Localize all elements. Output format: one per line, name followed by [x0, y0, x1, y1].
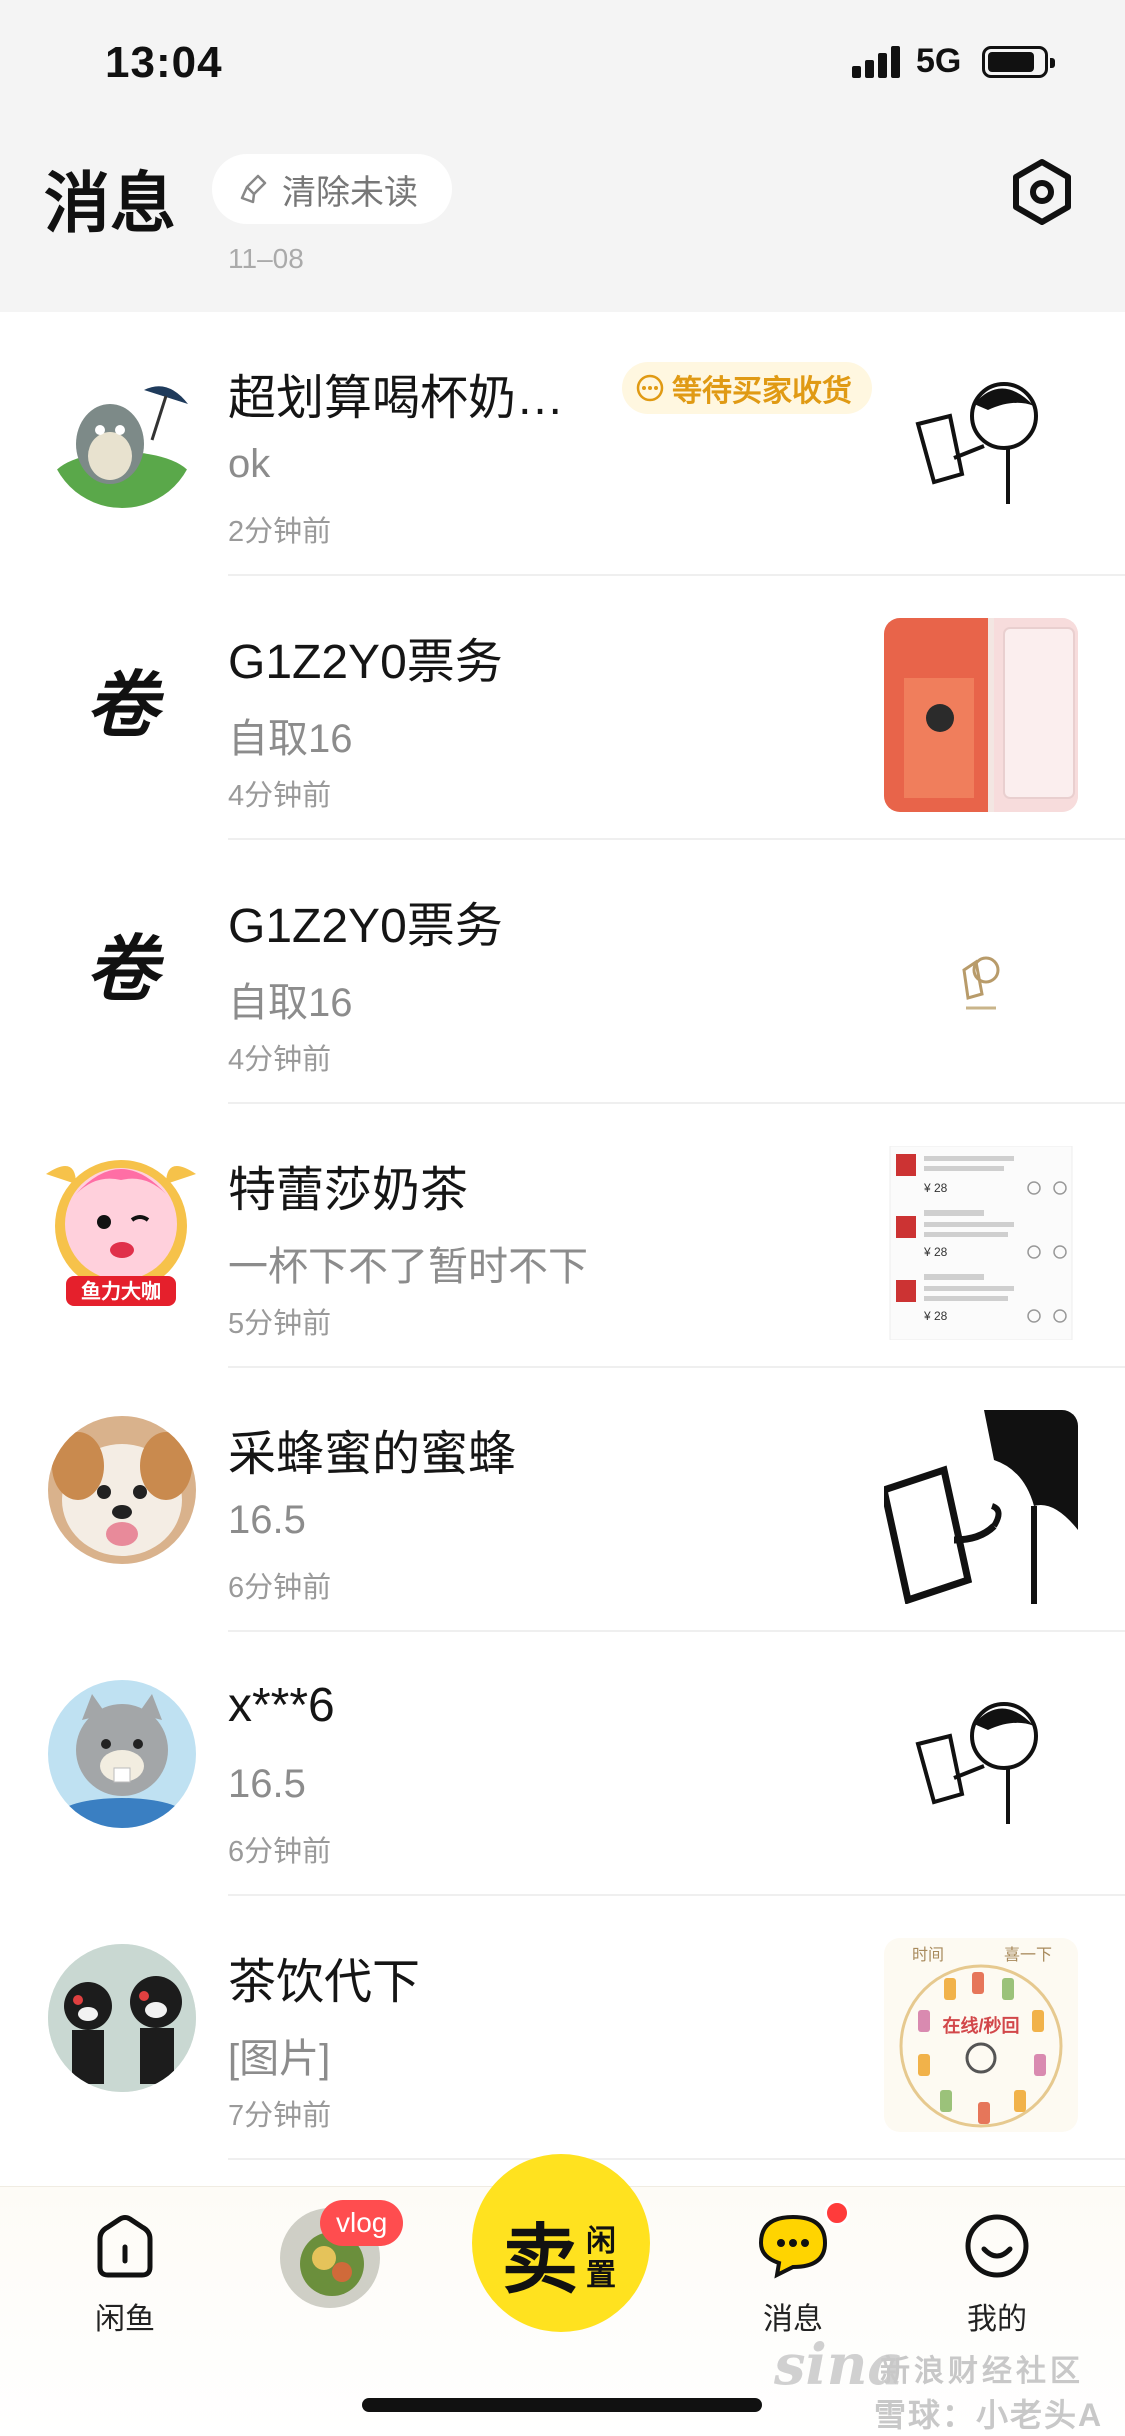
thumb-price: ¥ 28	[923, 1181, 948, 1195]
sell-button[interactable]: 卖 闲 置	[472, 2154, 650, 2332]
message-row[interactable]: 鱼力大咖 特蕾莎奶茶 一杯下不了暂时不下 5分钟前 ¥ 28 ¥ 28 ¥ 28	[0, 1104, 1125, 1368]
watermark-text: 新浪财经社区	[880, 2355, 1084, 2388]
sell-big-label: 卖	[502, 2215, 578, 2304]
item-thumbnail	[884, 618, 1078, 812]
battery-icon	[982, 46, 1055, 78]
avatar: 卷	[48, 624, 196, 772]
broom-icon	[240, 174, 267, 204]
home-indicator[interactable]	[362, 2398, 762, 2412]
page-title: 消息	[44, 166, 176, 240]
avatar	[48, 360, 196, 508]
network-type: 5G	[916, 42, 962, 80]
item-thumbnail: ¥ 28 ¥ 28 ¥ 28	[884, 1146, 1078, 1340]
status-badge-label: 等待买家收货	[672, 375, 852, 408]
sell-small-label: 置	[586, 2259, 616, 2292]
more-dots-icon	[636, 374, 664, 402]
avatar: 卷	[48, 888, 196, 1036]
message-preview: [图片]	[228, 2037, 331, 2081]
message-row[interactable]: 茶饮代下 [图片] 7分钟前 时间 喜一下 在线/秒回	[0, 1896, 1125, 2160]
message-list: 超划算喝杯奶… 等待买家收货 ok 2分钟前 卷 G1Z2Y0票务 自取16 4…	[0, 312, 1125, 2160]
message-preview: 自取16	[228, 981, 353, 1025]
message-time: 6分钟前	[228, 1836, 332, 1868]
message-preview: 16.5	[228, 1762, 306, 1806]
item-thumbnail	[884, 1674, 1078, 1868]
notification-dot	[824, 2200, 850, 2226]
message-preview: ok	[228, 442, 271, 486]
top-header: 13:04 5G 消息 清除未读 11–08	[0, 0, 1125, 312]
avatar: 鱼力大咖	[36, 1144, 206, 1314]
message-time: 7分钟前	[228, 2100, 332, 2132]
avatar-ribbon-text: 鱼力大咖	[81, 1279, 161, 1303]
item-thumbnail	[884, 1410, 1078, 1604]
contact-name: 采蜂蜜的蜜蜂	[228, 1428, 517, 1481]
message-time: 4分钟前	[228, 1044, 332, 1076]
message-time: 5分钟前	[228, 1308, 332, 1340]
nav-home[interactable]: 闲鱼	[60, 2211, 190, 2338]
contact-name: 特蕾莎奶茶	[228, 1164, 469, 1217]
avatar-glyph: 卷	[85, 661, 158, 747]
nav-me-label: 我的	[967, 2303, 1027, 2336]
contact-name: 超划算喝杯奶…	[228, 372, 565, 425]
home-icon	[97, 2215, 153, 2278]
message-time: 6分钟前	[228, 1572, 332, 1604]
clear-unread-button[interactable]: 清除未读	[212, 154, 452, 224]
signal-icon	[852, 46, 902, 78]
message-bubble-icon	[758, 2214, 828, 2279]
message-row[interactable]: 采蜂蜜的蜜蜂 16.5 6分钟前	[0, 1368, 1125, 1632]
message-row[interactable]: x***6 16.5 6分钟前	[0, 1632, 1125, 1896]
thumb-price: ¥ 28	[923, 1245, 948, 1259]
nav-me[interactable]: 我的	[932, 2211, 1062, 2338]
contact-name: G1Z2Y0票务	[228, 636, 503, 689]
avatar-glyph: 卷	[85, 925, 158, 1011]
watermark-text: 雪球：小老头A	[874, 2397, 1104, 2433]
message-row[interactable]: 卷 G1Z2Y0票务 自取16 4分钟前	[0, 576, 1125, 840]
message-row[interactable]: 卷 G1Z2Y0票务 自取16 4分钟前	[0, 840, 1125, 1104]
message-time: 4分钟前	[228, 780, 332, 812]
settings-icon[interactable]	[1006, 156, 1078, 228]
contact-name: x***6	[228, 1679, 335, 1732]
item-thumbnail: 时间 喜一下 在线/秒回	[884, 1938, 1078, 2132]
thumb-price: ¥ 28	[923, 1309, 948, 1323]
row-divider	[228, 2158, 1125, 2160]
thumb-menu-label: 在线/秒回	[942, 2015, 1019, 2036]
status-time: 13:04	[105, 38, 223, 87]
thumb-menu-label: 喜一下	[1004, 1946, 1052, 1964]
thumb-menu-label: 时间	[912, 1946, 944, 1964]
message-preview: 一杯下不了暂时不下	[228, 1245, 588, 1289]
message-preview: 16.5	[228, 1498, 306, 1542]
avatar	[48, 1416, 196, 1564]
message-row[interactable]: 超划算喝杯奶… 等待买家收货 ok 2分钟前	[0, 312, 1125, 576]
item-thumbnail	[884, 354, 1078, 548]
message-preview: 自取16	[228, 717, 353, 761]
partial-date-label: 11–08	[228, 243, 304, 274]
nav-messages[interactable]: 消息	[728, 2211, 858, 2338]
clear-unread-label: 清除未读	[282, 173, 418, 212]
message-time: 2分钟前	[228, 516, 332, 548]
avatar	[48, 1944, 196, 2092]
contact-name: 茶饮代下	[228, 1956, 421, 2009]
profile-icon	[965, 2214, 1029, 2278]
item-thumbnail	[884, 882, 1078, 1076]
status-badge: 等待买家收货	[622, 362, 872, 414]
nav-home-label: 闲鱼	[95, 2303, 155, 2336]
avatar	[48, 1680, 196, 1828]
vlog-tag[interactable]: vlog	[320, 2200, 404, 2246]
contact-name: G1Z2Y0票务	[228, 900, 503, 953]
